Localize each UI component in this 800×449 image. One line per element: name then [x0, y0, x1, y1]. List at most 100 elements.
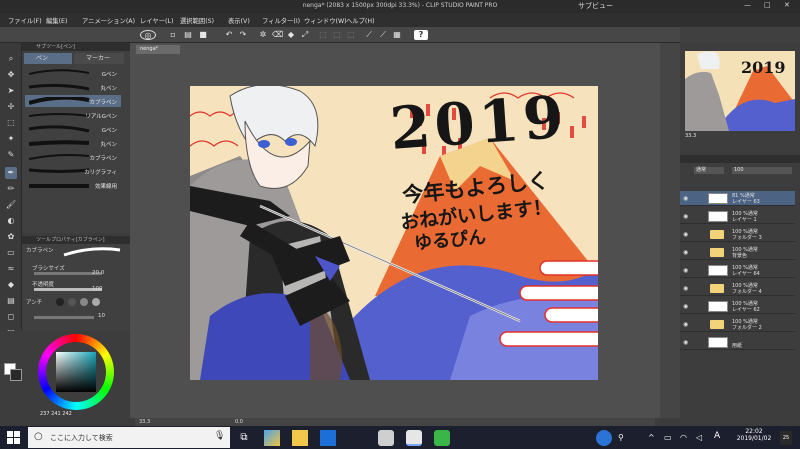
layer-row[interactable]: ◉ 100 %通常 レイヤー 62: [680, 299, 795, 314]
visibility-eye-icon[interactable]: ◉: [683, 303, 691, 310]
blend-tool-icon[interactable]: ≈: [5, 263, 17, 275]
visibility-eye-icon[interactable]: ◉: [683, 195, 691, 202]
decoration-tool-icon[interactable]: ✿: [5, 231, 17, 243]
pen-item[interactable]: 丸ペン: [25, 81, 121, 93]
selection-tool-icon[interactable]: ⬚: [5, 117, 17, 129]
visibility-eye-icon[interactable]: ◉: [683, 249, 691, 256]
layer-opacity[interactable]: 100: [732, 167, 792, 174]
blend-mode-select[interactable]: 通常: [694, 167, 724, 174]
saturation-value-square[interactable]: [56, 352, 96, 392]
pencil-tool-icon[interactable]: ✏: [5, 183, 17, 195]
pen-item[interactable]: 丸ペン: [25, 137, 121, 149]
minimize-button[interactable]: —: [744, 1, 751, 9]
opacity-value[interactable]: 100: [92, 286, 103, 292]
store-icon[interactable]: [264, 430, 280, 446]
line-app-icon[interactable]: [434, 430, 450, 446]
fill-tool-icon[interactable]: ◆: [5, 279, 17, 291]
aa-strong-button[interactable]: [92, 298, 100, 306]
navigator-preview[interactable]: 2019: [685, 51, 795, 131]
pen-item[interactable]: カブラペン: [25, 95, 121, 107]
pen-item[interactable]: Gペン: [25, 123, 121, 135]
layer-row[interactable]: ◉ 100 %通常 レイヤー 64: [680, 263, 795, 278]
taskbar-search[interactable]: ○ ここに入力して検索 🎙: [28, 427, 230, 448]
sub-color-swatch[interactable]: [10, 369, 22, 381]
pen-tool-icon[interactable]: ✒: [5, 167, 17, 179]
clip-studio-icon[interactable]: ◎: [140, 30, 156, 40]
notification-badge[interactable]: 25: [780, 431, 792, 445]
invert-selection-icon[interactable]: ⬚: [332, 30, 342, 40]
menu-file[interactable]: ファイル(F): [8, 16, 42, 25]
aa-weak-button[interactable]: [68, 298, 76, 306]
volume-icon[interactable]: ◁: [696, 430, 712, 446]
new-file-icon[interactable]: ▫: [168, 30, 178, 40]
pen-item[interactable]: リアルGペン: [25, 109, 121, 121]
layer-row[interactable]: ◉ 100 %通常 レイヤー 1: [680, 209, 795, 224]
clear-icon[interactable]: ⌫: [272, 30, 283, 40]
close-button[interactable]: ✕: [784, 1, 790, 9]
task-view-icon[interactable]: ⧉: [236, 430, 252, 446]
visibility-eye-icon[interactable]: ◉: [683, 231, 691, 238]
visibility-eye-icon[interactable]: ◉: [683, 267, 691, 274]
layer-row[interactable]: ◉ 100 %通常 フォルダー 3: [680, 227, 795, 242]
menu-view[interactable]: 表示(V): [228, 16, 250, 25]
visibility-eye-icon[interactable]: ◉: [683, 339, 691, 346]
menu-window[interactable]: ウィンドウ(W): [304, 16, 347, 25]
layer-row[interactable]: ◉ 100 %通常 フォルダー 2: [680, 317, 795, 332]
auto-select-tool-icon[interactable]: ✦: [5, 133, 17, 145]
clip-studio-taskbar-icon[interactable]: [378, 430, 394, 446]
hue-ring[interactable]: [38, 334, 114, 410]
help-icon[interactable]: ?: [414, 30, 428, 40]
move-tool-icon[interactable]: ✥: [5, 69, 17, 81]
tray-chevron-icon[interactable]: ^: [648, 430, 664, 446]
canvas-scrollbar[interactable]: [660, 43, 680, 418]
tab-document[interactable]: nenga*: [136, 45, 180, 54]
navigator-zoom[interactable]: 33.3: [685, 133, 696, 139]
pen-item[interactable]: カリグラフィ: [25, 165, 121, 177]
wifi-icon[interactable]: ◠: [680, 430, 696, 446]
brush-size-value[interactable]: 20.0: [92, 270, 104, 276]
pen-item[interactable]: 効果線用: [25, 179, 121, 191]
stabilization-value[interactable]: 10: [98, 313, 105, 319]
layer-row[interactable]: ◉ 用紙: [680, 335, 795, 350]
menu-layer[interactable]: レイヤー(L): [140, 16, 173, 25]
undo-icon[interactable]: ↶: [224, 30, 234, 40]
operation-tool-icon[interactable]: ➤: [5, 85, 17, 97]
tab-pen[interactable]: ペン: [24, 53, 72, 64]
ime-indicator[interactable]: A: [714, 431, 720, 441]
mail-icon[interactable]: [320, 430, 336, 446]
menu-animation[interactable]: アニメーション(A): [82, 16, 135, 25]
open-file-icon[interactable]: ▤: [183, 30, 193, 40]
layer-row[interactable]: ◉ 100 %通常 背景色: [680, 245, 795, 260]
explorer-icon[interactable]: [292, 430, 308, 446]
pen-item[interactable]: Gペン: [25, 67, 121, 79]
eraser-tool-icon[interactable]: ▭: [5, 247, 17, 259]
maximize-button[interactable]: □: [764, 1, 771, 9]
eyedropper-tool-icon[interactable]: ✎: [5, 149, 17, 161]
tab-marker[interactable]: マーカー: [74, 53, 124, 64]
menu-selection[interactable]: 選択範囲(S): [180, 16, 214, 25]
visibility-eye-icon[interactable]: ◉: [683, 213, 691, 220]
taskbar-clock[interactable]: 22:02 2019/01/02: [730, 428, 778, 442]
menu-edit[interactable]: 編集(E): [46, 16, 68, 25]
network-icon[interactable]: ▭: [664, 430, 680, 446]
loading-icon[interactable]: ✲: [258, 30, 268, 40]
gradient-tool-icon[interactable]: ▤: [5, 295, 17, 307]
windows-start-icon[interactable]: [7, 431, 21, 445]
accessibility-icon[interactable]: ⚲: [618, 430, 634, 446]
airbrush-tool-icon[interactable]: ◐: [5, 215, 17, 227]
aa-none-button[interactable]: [56, 298, 64, 306]
save-icon[interactable]: ■: [198, 30, 208, 40]
redo-icon[interactable]: ↷: [238, 30, 248, 40]
menu-help[interactable]: ヘルプ(H): [346, 16, 375, 25]
visibility-eye-icon[interactable]: ◉: [683, 321, 691, 328]
snap-grid-icon[interactable]: ▦: [392, 30, 402, 40]
microphone-icon[interactable]: 🎙: [214, 431, 225, 441]
fill-icon[interactable]: ◆: [286, 30, 296, 40]
people-icon[interactable]: [596, 430, 612, 446]
brush-tool-icon[interactable]: 🖌: [5, 199, 17, 211]
pen-item[interactable]: カブラペン: [25, 151, 121, 163]
aa-medium-button[interactable]: [80, 298, 88, 306]
status-angle[interactable]: 0.0: [235, 419, 243, 425]
deselect-icon[interactable]: ⬚: [318, 30, 328, 40]
snap-ruler-icon[interactable]: ⟋: [364, 30, 374, 40]
